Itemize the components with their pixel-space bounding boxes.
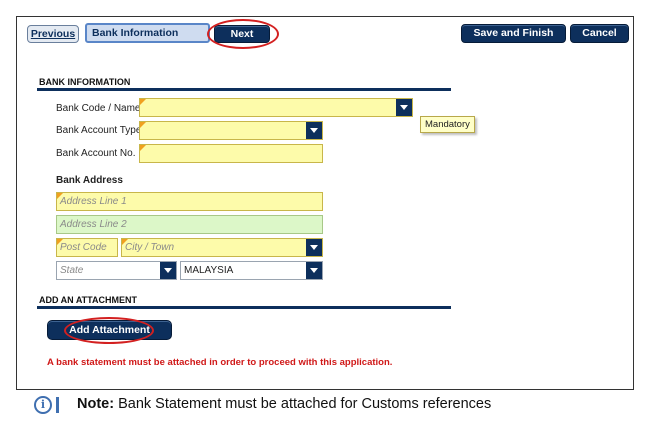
attachment-heading: ADD AN ATTACHMENT bbox=[39, 295, 137, 305]
save-and-finish-later-button[interactable]: Save and Finish Later bbox=[461, 24, 566, 56]
mandatory-marker bbox=[140, 99, 146, 105]
post-code-placeholder: Post Code bbox=[60, 242, 107, 253]
country-select[interactable]: MALAYSIA bbox=[180, 261, 323, 280]
chevron-down-icon[interactable] bbox=[306, 262, 322, 279]
tab-bank-information[interactable]: Bank Information bbox=[85, 23, 210, 43]
city-select[interactable]: City / Town bbox=[121, 238, 323, 257]
address-line1-placeholder: Address Line 1 bbox=[60, 196, 127, 207]
address-line2-placeholder: Address Line 2 bbox=[60, 219, 127, 230]
account-no-label: Bank Account No. bbox=[56, 148, 136, 159]
country-value: MALAYSIA bbox=[184, 265, 234, 276]
previous-button[interactable]: Previous bbox=[27, 25, 79, 43]
bank-code-label: Bank Code / Name bbox=[56, 103, 141, 114]
account-no-input[interactable] bbox=[139, 144, 323, 163]
address-line2-input[interactable]: Address Line 2 bbox=[56, 215, 323, 234]
footer-note: Note: Bank Statement must be attached fo… bbox=[77, 396, 491, 412]
mandatory-marker bbox=[140, 145, 146, 151]
state-placeholder: State bbox=[60, 265, 84, 276]
section-divider bbox=[37, 306, 451, 309]
chevron-down-icon[interactable] bbox=[306, 122, 322, 139]
section-divider bbox=[37, 88, 451, 91]
cancel-button[interactable]: Cancel bbox=[570, 24, 629, 43]
bank-code-select[interactable] bbox=[139, 98, 413, 117]
note-label: Note: bbox=[77, 396, 115, 412]
post-code-input[interactable]: Post Code bbox=[56, 238, 118, 257]
attachment-warning: A bank statement must be attached in ord… bbox=[47, 357, 393, 368]
bank-information-heading: BANK INFORMATION bbox=[39, 77, 131, 87]
note-text: Bank Statement must be attached for Cust… bbox=[114, 396, 492, 412]
bank-address-heading: Bank Address bbox=[56, 175, 123, 186]
account-type-label: Bank Account Type bbox=[56, 125, 142, 136]
account-type-select[interactable] bbox=[139, 121, 323, 140]
info-icon: i bbox=[34, 396, 52, 414]
chevron-down-icon[interactable] bbox=[396, 99, 412, 116]
note-divider bbox=[56, 397, 59, 413]
application-form: Previous Bank Information Next Save and … bbox=[16, 16, 634, 390]
mandatory-marker bbox=[140, 122, 146, 128]
city-placeholder: City / Town bbox=[125, 242, 175, 253]
next-button[interactable]: Next bbox=[214, 25, 270, 43]
address-line1-input[interactable]: Address Line 1 bbox=[56, 192, 323, 211]
add-attachment-button[interactable]: Add Attachment bbox=[47, 320, 172, 340]
chevron-down-icon[interactable] bbox=[160, 262, 176, 279]
chevron-down-icon[interactable] bbox=[306, 239, 322, 256]
state-select[interactable]: State bbox=[56, 261, 177, 280]
mandatory-tooltip: Mandatory bbox=[420, 116, 475, 133]
